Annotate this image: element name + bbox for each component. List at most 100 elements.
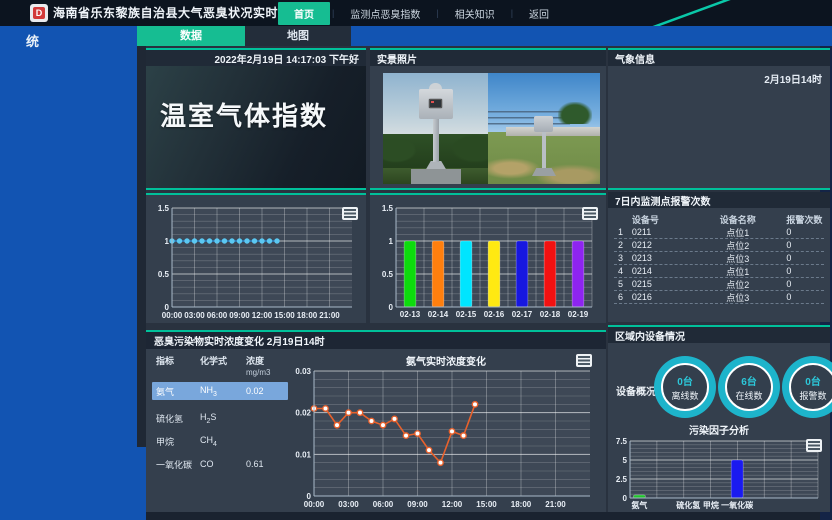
photo-pole — [542, 128, 546, 170]
svg-text:12:00: 12:00 — [442, 500, 463, 509]
app-logo: D — [30, 4, 48, 22]
cell-device-name: 点位3 — [695, 291, 780, 304]
tab-data[interactable]: 数据 — [137, 26, 245, 46]
weather-header: 气象信息 — [608, 50, 830, 66]
svg-text:12:00: 12:00 — [252, 311, 273, 320]
photo-strip — [370, 66, 606, 184]
cell-device-id: 0216 — [632, 292, 695, 302]
nav-item-2[interactable]: 监测点恶臭指数 — [336, 3, 434, 24]
svg-text:09:00: 09:00 — [229, 311, 250, 320]
left-blue-region — [0, 26, 137, 520]
svg-text:02-18: 02-18 — [540, 310, 561, 319]
cell-concentration: 0.02 — [246, 386, 284, 396]
svg-text:甲烷: 甲烷 — [703, 500, 719, 510]
photos-header: 实景照片 — [370, 50, 606, 66]
topbar: D 海南省乐东黎族自治县大气恶臭状况实时发布系 首页|监测点恶臭指数|相关知识|… — [0, 0, 832, 26]
stat-circle-1: 0台离线数 — [654, 356, 716, 418]
nav-item-3[interactable]: 相关知识 — [441, 3, 509, 24]
cell-alarm-count: 0 — [780, 253, 824, 263]
stat-label: 在线数 — [735, 389, 762, 402]
chart-menu-icon[interactable] — [342, 207, 358, 220]
panel-pollutant-concentration: 恶臭污染物实时浓度变化 2月19日14时 指标 化学式 浓度mg/m3 氨气NH… — [146, 330, 606, 512]
left-dark-strip — [137, 46, 146, 447]
device-stats: 0台离线数6台在线数0台报警数 — [654, 356, 832, 418]
photo-wall — [506, 127, 600, 136]
alarm-table-row: 50215点位20 — [614, 278, 824, 291]
svg-text:0.03: 0.03 — [295, 367, 311, 376]
cell-formula: CO — [200, 459, 246, 469]
chart-menu-icon[interactable] — [806, 439, 822, 452]
svg-text:06:00: 06:00 — [207, 311, 228, 320]
alarm-table-body: 10211点位1020212点位2030213点位3040214点位105021… — [614, 226, 824, 304]
stat-circle-2: 6台在线数 — [718, 356, 780, 418]
svg-text:02-16: 02-16 — [484, 310, 505, 319]
devices-title: 区域内设备情况 — [615, 328, 685, 343]
alarm-table: 设备号 设备名称 报警次数 10211点位1020212点位2030213点位3… — [608, 208, 830, 304]
nav-item-1[interactable]: 首页 — [278, 2, 330, 25]
svg-text:2.5: 2.5 — [616, 475, 628, 484]
stat-circle-3: 0台报警数 — [782, 356, 832, 418]
pollutant-row[interactable]: 一氧化碳CO0.61 — [152, 455, 288, 473]
panel-site-photos: 实景照片 — [370, 48, 606, 190]
left-blue-strip — [137, 447, 146, 520]
stat-circle-inner: 0台离线数 — [661, 363, 709, 411]
panel-alarm-counts: 7日内监测点报警次数 设备号 设备名称 报警次数 10211点位1020212点… — [608, 192, 830, 322]
pollutant-row[interactable]: 氨气NH30.02 — [152, 382, 288, 400]
photo-antenna-dome — [429, 83, 442, 89]
photo-monitor-box — [534, 116, 553, 132]
svg-text:09:00: 09:00 — [407, 500, 428, 509]
greenhouse-body: 温室气体指数 — [146, 66, 366, 188]
svg-text:00:00: 00:00 — [162, 311, 183, 320]
alarm-table-header: 设备号 设备名称 报警次数 — [614, 212, 824, 226]
stat-count: 0台 — [677, 373, 693, 388]
greenhouse-header: 2022年2月19日 14:17:03 下午好 — [146, 50, 366, 66]
tab-map[interactable]: 地图 — [245, 26, 351, 46]
alarm-table-row: 30213点位30 — [614, 252, 824, 265]
svg-text:1.5: 1.5 — [158, 204, 170, 213]
cell-index: 1 — [614, 227, 632, 237]
svg-text:15:00: 15:00 — [274, 311, 295, 320]
panel-weather-info: 气象信息 2月19日14时 — [608, 48, 830, 190]
svg-text:18:00: 18:00 — [297, 311, 318, 320]
dashboard-screen: D 海南省乐东黎族自治县大气恶臭状况实时发布系 首页|监测点恶臭指数|相关知识|… — [0, 0, 832, 520]
pollutant-row[interactable]: 甲烷CH4 — [152, 432, 288, 450]
station-photo-2 — [488, 73, 600, 184]
column-concentration: 浓度mg/m3 — [246, 354, 284, 377]
cell-device-id: 0211 — [632, 227, 695, 237]
svg-text:氨气: 氨气 — [631, 500, 647, 510]
pollutant-row[interactable]: 硫化氢H2S — [152, 409, 288, 427]
svg-text:1.5: 1.5 — [382, 204, 394, 213]
alarm-header: 7日内监测点报警次数 — [608, 192, 830, 208]
svg-text:0: 0 — [623, 494, 628, 503]
photo-concrete-base — [411, 169, 461, 184]
svg-text:7.5: 7.5 — [616, 437, 628, 446]
stat-count: 0台 — [805, 373, 821, 388]
chart-menu-icon[interactable] — [582, 207, 598, 220]
app-title: 海南省乐东黎族自治县大气恶臭状况实时发布系 — [53, 0, 316, 26]
cell-index: 4 — [614, 266, 632, 276]
cell-alarm-count: 0 — [780, 227, 824, 237]
cell-index: 3 — [614, 253, 632, 263]
cell-indicator: 一氧化碳 — [152, 458, 200, 471]
nav-item-4[interactable]: 返回 — [515, 3, 563, 24]
device-overview-label: 设备概况: — [616, 383, 659, 398]
ammonia-line-chart: 00.010.020.0300:0003:0006:0009:0012:0015… — [286, 365, 600, 511]
cell-index: 5 — [614, 279, 632, 289]
svg-text:15:00: 15:00 — [476, 500, 497, 509]
pollutant-table-body: 氨气NH30.02 硫化氢H2S 甲烷CH4 一氧化碳CO0.61 — [152, 382, 288, 473]
stat-label: 报警数 — [799, 389, 826, 402]
alarm-title: 7日内监测点报警次数 — [615, 193, 711, 208]
cell-formula: H2S — [200, 412, 246, 425]
cell-indicator: 甲烷 — [152, 435, 200, 448]
alarm-table-row: 20212点位20 — [614, 239, 824, 252]
cell-device-id: 0213 — [632, 253, 695, 263]
alarm-table-row: 60216点位30 — [614, 291, 824, 304]
cell-concentration: 0.61 — [246, 459, 284, 469]
chart-menu-icon[interactable] — [576, 354, 592, 367]
stat-label: 离线数 — [671, 389, 698, 402]
cell-index: 6 — [614, 292, 632, 302]
alarm-table-row: 40214点位10 — [614, 265, 824, 278]
panel-region-devices: 区域内设备情况 设备概况: 0台离线数6台在线数0台报警数 污染因子分析 02.… — [608, 325, 830, 512]
stat-count: 6台 — [741, 373, 757, 388]
tabbar: 数据 地图 — [137, 26, 351, 46]
